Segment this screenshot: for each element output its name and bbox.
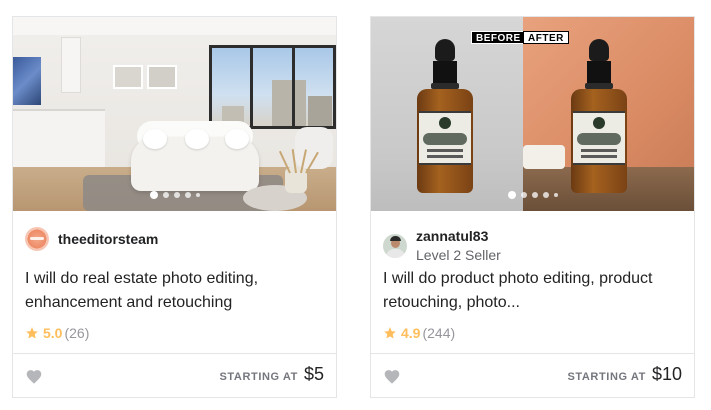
- carousel-dot[interactable]: [542, 192, 549, 198]
- product-bottle: [417, 39, 473, 195]
- heart-icon[interactable]: [25, 368, 43, 384]
- gig-card[interactable]: theeditorsteam I will do real estate pho…: [12, 16, 337, 398]
- jar: [523, 145, 565, 169]
- seller-avatar[interactable]: [383, 233, 407, 258]
- carousel-dot[interactable]: [553, 193, 558, 197]
- carousel-dot[interactable]: [173, 192, 180, 198]
- wall-art: [13, 57, 41, 105]
- heart-icon[interactable]: [383, 368, 401, 384]
- window: [209, 45, 336, 129]
- wall-art: [147, 65, 177, 89]
- seller-level: Level 2 Seller: [416, 247, 501, 263]
- carousel-dot[interactable]: [195, 193, 200, 197]
- seller-info[interactable]: theeditorsteam: [25, 227, 158, 251]
- carousel-dot[interactable]: [149, 191, 158, 199]
- carousel-dots[interactable]: [371, 191, 694, 199]
- star-icon: [25, 326, 39, 340]
- rating-value: 4.9: [401, 325, 421, 341]
- price-value: $5: [303, 364, 324, 384]
- carousel-dot[interactable]: [507, 191, 516, 199]
- star-icon: [383, 326, 397, 340]
- price[interactable]: STARTING AT $5: [219, 364, 324, 385]
- carousel-dot[interactable]: [162, 192, 169, 198]
- carousel-dots[interactable]: [13, 191, 336, 199]
- price-label: STARTING AT: [567, 371, 646, 383]
- gig-footer: STARTING AT $5: [13, 353, 336, 397]
- before-tag: BEFORE: [471, 31, 526, 44]
- price-label: STARTING AT: [219, 371, 298, 383]
- seller-info[interactable]: zannatul83 Level 2 Seller: [383, 227, 501, 264]
- carousel-dot[interactable]: [184, 192, 191, 198]
- gig-thumbnail[interactable]: BEFORE AFTER: [371, 17, 694, 211]
- carousel-dot[interactable]: [520, 192, 527, 198]
- gig-card[interactable]: BEFORE AFTER zannatul83 Level 2 Seller I…: [370, 16, 695, 398]
- review-count: (26): [64, 325, 90, 341]
- gig-thumbnail[interactable]: [13, 17, 336, 211]
- seller-name[interactable]: zannatul83: [416, 227, 501, 245]
- gig-footer: STARTING AT $10: [371, 353, 694, 397]
- seller-avatar[interactable]: [25, 227, 49, 251]
- review-count: (244): [422, 325, 456, 341]
- gig-rating: 4.9 (244): [383, 325, 455, 341]
- seller-name[interactable]: theeditorsteam: [58, 230, 158, 248]
- rating-value: 5.0: [43, 325, 63, 341]
- gig-rating: 5.0 (26): [25, 325, 89, 341]
- armchair: [295, 127, 333, 169]
- price-value: $10: [651, 364, 682, 384]
- carousel-dot[interactable]: [531, 192, 538, 198]
- wall-art: [113, 65, 143, 89]
- gig-title[interactable]: I will do product photo editing, product…: [383, 267, 683, 315]
- after-tag: AFTER: [523, 31, 569, 44]
- product-bottle: [571, 39, 627, 195]
- gig-title[interactable]: I will do real estate photo editing, enh…: [25, 267, 325, 315]
- price[interactable]: STARTING AT $10: [567, 364, 682, 385]
